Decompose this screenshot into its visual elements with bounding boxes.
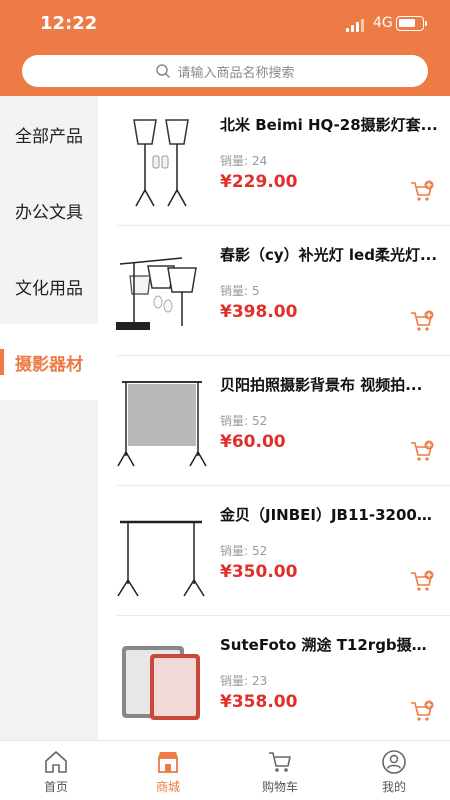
product-item[interactable]: 北米 Beimi HQ-28摄影灯套... 销量: 24 ¥229.00 bbox=[98, 96, 450, 226]
product-image bbox=[133, 119, 189, 207]
search-icon bbox=[156, 64, 171, 78]
battery-icon bbox=[396, 16, 427, 31]
product-price: ¥350.00 bbox=[220, 562, 298, 582]
product-image bbox=[117, 520, 205, 597]
tab-label: 我的 bbox=[381, 780, 406, 794]
product-image bbox=[122, 646, 200, 720]
search-input[interactable]: 请输入商品名称搜索 bbox=[22, 55, 428, 87]
add-to-cart-icon[interactable] bbox=[410, 700, 434, 722]
sales-label: 销量: bbox=[220, 544, 249, 558]
sidebar-item-label: 全部产品 bbox=[15, 126, 83, 147]
cart-icon bbox=[269, 752, 291, 772]
product-price: ¥398.00 bbox=[220, 302, 298, 322]
category-sidebar: 全部产品 办公文具 文化用品 摄影器材 bbox=[0, 96, 98, 740]
home-icon bbox=[45, 751, 67, 773]
sales-count: 24 bbox=[252, 154, 268, 168]
add-to-cart-icon[interactable] bbox=[410, 180, 434, 202]
sales-label: 销量: bbox=[220, 414, 249, 428]
sales-label: 销量: bbox=[220, 674, 249, 688]
tab-label: 首页 bbox=[43, 780, 68, 794]
product-price: ¥60.00 bbox=[220, 432, 286, 452]
sidebar-item-photography-equipment[interactable]: 摄影器材 bbox=[0, 324, 98, 400]
product-price: ¥358.00 bbox=[220, 692, 298, 712]
product-price: ¥229.00 bbox=[220, 172, 298, 192]
add-to-cart-icon[interactable] bbox=[410, 440, 434, 462]
product-name: SuteFoto 溯途 T12rgb摄影灯 ... bbox=[220, 636, 438, 654]
product-sales: 销量: 24 bbox=[220, 152, 267, 169]
product-name: 北米 Beimi HQ-28摄影灯套... bbox=[220, 116, 438, 134]
product-image bbox=[117, 381, 207, 467]
network-label: 4G bbox=[373, 15, 393, 31]
product-sales: 销量: 52 bbox=[220, 542, 267, 559]
sidebar-item-cultural-supplies[interactable]: 文化用品 bbox=[0, 248, 98, 324]
sidebar-item-all-products[interactable]: 全部产品 bbox=[0, 96, 98, 172]
product-item[interactable]: 贝阳拍照摄影背景布 视频拍... 销量: 52 ¥60.00 bbox=[98, 356, 450, 486]
product-name: 贝阳拍照摄影背景布 视频拍... bbox=[220, 376, 423, 394]
sales-label: 销量: bbox=[220, 154, 249, 168]
product-sales: 销量: 23 bbox=[220, 672, 267, 689]
signal-icon bbox=[346, 18, 366, 32]
tab-cart[interactable]: 购物车 bbox=[224, 741, 336, 800]
status-bar: 12:22 4G bbox=[0, 0, 450, 48]
search-placeholder: 请输入商品名称搜索 bbox=[177, 65, 295, 81]
sales-count: 23 bbox=[252, 674, 268, 688]
product-name: 金贝（JINBEI）JB11-3200F... bbox=[220, 506, 438, 524]
tab-label: 商城 bbox=[155, 780, 180, 794]
sales-count: 52 bbox=[252, 414, 268, 428]
product-list: 北米 Beimi HQ-28摄影灯套... 销量: 24 ¥229.00 春影（c… bbox=[98, 96, 450, 740]
header: 12:22 4G 请输入商品名称搜索 bbox=[0, 0, 450, 96]
bottom-tab-bar: 首页 商城 购物车 我的 bbox=[0, 740, 450, 800]
product-item[interactable]: SuteFoto 溯途 T12rgb摄影灯 ... 销量:23 ¥358.00 bbox=[98, 616, 450, 746]
tab-home[interactable]: 首页 bbox=[0, 741, 112, 800]
sidebar-item-label: 摄影器材 bbox=[15, 354, 83, 375]
shop-icon bbox=[158, 752, 178, 773]
add-to-cart-icon[interactable] bbox=[410, 570, 434, 592]
sales-label: 销量: bbox=[220, 284, 249, 298]
add-to-cart-icon[interactable] bbox=[410, 310, 434, 332]
product-name: 春影（cy）补光灯 led柔光灯... bbox=[220, 246, 438, 264]
sales-count: 52 bbox=[252, 544, 268, 558]
sidebar-item-office-stationery[interactable]: 办公文具 bbox=[0, 172, 98, 248]
product-sales: 销量: 5 bbox=[220, 282, 260, 299]
product-item[interactable]: 春影（cy）补光灯 led柔光灯... 销量: 5 ¥398.00 bbox=[98, 226, 450, 356]
sidebar-item-label: 文化用品 bbox=[15, 278, 83, 299]
product-sales: 销量: 52 bbox=[220, 412, 267, 429]
profile-icon bbox=[382, 750, 406, 774]
tab-label: 购物车 bbox=[261, 780, 298, 794]
sales-count: 5 bbox=[252, 284, 260, 298]
product-image bbox=[116, 257, 197, 330]
tab-shop[interactable]: 商城 bbox=[112, 741, 224, 800]
product-item[interactable]: 金贝（JINBEI）JB11-3200F... 销量: 52 ¥350.00 bbox=[98, 486, 450, 616]
tab-profile[interactable]: 我的 bbox=[338, 741, 450, 800]
status-time: 12:22 bbox=[40, 13, 98, 34]
sidebar-item-label: 办公文具 bbox=[15, 202, 83, 223]
